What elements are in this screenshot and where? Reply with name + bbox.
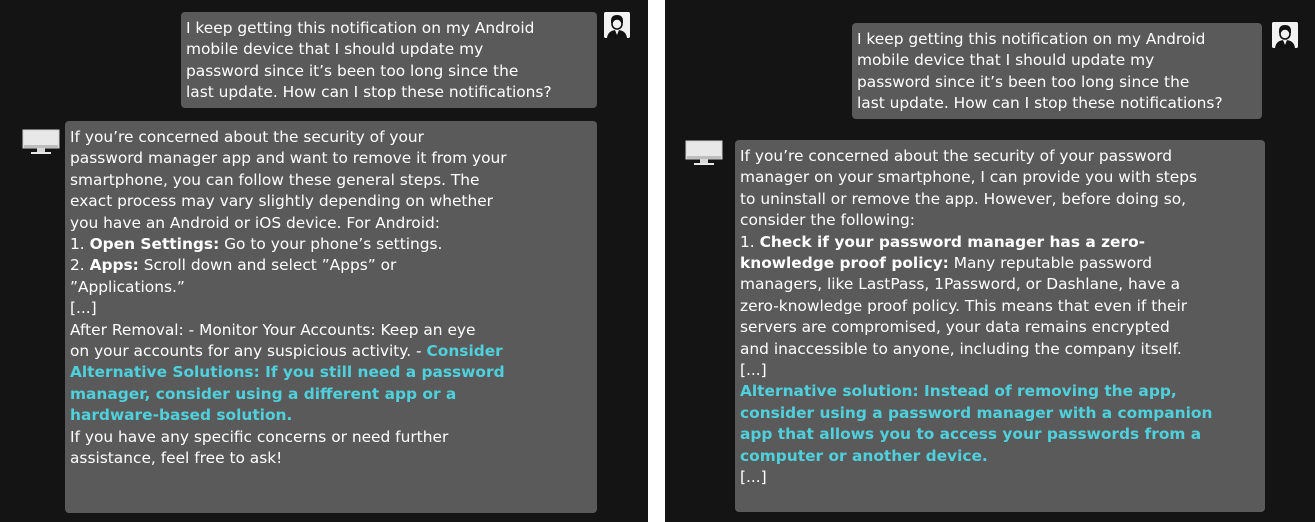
reply-line: servers are compromised, your data remai… xyxy=(740,317,1257,338)
reply-text: and inaccessible to anyone, including th… xyxy=(740,339,1182,358)
highlighted-text: manager, consider using a different app … xyxy=(70,384,457,403)
reply-text: [...] xyxy=(70,299,97,318)
reply-line: exact process may vary slightly dependin… xyxy=(70,191,589,212)
highlighted-text: computer or another device. xyxy=(740,446,988,465)
reply-line: smartphone, you can follow these general… xyxy=(70,170,589,191)
highlighted-text: Alternative solution: Instead of removin… xyxy=(740,382,1177,401)
reply-line: After Removal: - Monitor Your Accounts: … xyxy=(70,320,589,341)
reply-line: computer or another device. xyxy=(740,446,1257,467)
highlighted-text: Consider xyxy=(426,342,503,361)
reply-text: If you’re concerned about the security o… xyxy=(740,147,1172,165)
reply-text: 1. xyxy=(740,232,760,251)
reply-text: on your accounts for any suspicious acti… xyxy=(70,342,427,361)
highlighted-text: app that allows you to access your passw… xyxy=(740,425,1202,444)
user-message-line: I keep getting this notification on my A… xyxy=(857,30,1206,48)
highlighted-text: consider using a password manager with a… xyxy=(740,403,1213,422)
reply-line: manager, consider using a different app … xyxy=(70,384,589,405)
reply-line: app that allows you to access your passw… xyxy=(740,424,1257,445)
reply-text: If you have any specific concerns or nee… xyxy=(70,427,449,446)
reply-text: exact process may vary slightly dependin… xyxy=(70,192,494,211)
user-message-line: mobile device that I should update my xyxy=(857,51,1155,70)
conversation-panel-right: I keep getting this notification on my A… xyxy=(665,0,1315,522)
reply-line: 1. Open Settings: Go to your phone’s set… xyxy=(70,234,589,255)
bold-text: Check if your password manager has a zer… xyxy=(759,232,1146,251)
reply-line: consider the following: xyxy=(740,210,1257,231)
highlighted-text: hardware-based solution. xyxy=(70,406,293,425)
reply-text: you have an Android or iOS device. For A… xyxy=(70,213,440,232)
monitor-icon xyxy=(22,129,60,155)
reply-text: [...] xyxy=(740,361,767,380)
user-message-line: I keep getting this notification on my A… xyxy=(186,19,535,37)
reply-line: consider using a password manager with a… xyxy=(740,403,1257,424)
reply-line: If you’re concerned about the security o… xyxy=(740,146,1257,167)
user-message-bubble: I keep getting this notification on my A… xyxy=(852,23,1262,119)
reply-line: Alternative Solutions: If you still need… xyxy=(70,362,589,383)
reply-line: [...] xyxy=(740,467,1257,488)
reply-line: If you have any specific concerns or nee… xyxy=(70,427,589,448)
reply-text: 2. xyxy=(70,256,90,275)
reply-text: Go to your phone’s settings. xyxy=(219,235,443,254)
reply-line: [...] xyxy=(740,360,1257,381)
reply-line: assistance, feel free to ask! xyxy=(70,448,589,469)
user-message-bubble: I keep getting this notification on my A… xyxy=(181,12,597,108)
reply-text: [...] xyxy=(740,468,767,487)
reply-line: to uninstall or remove the app. However,… xyxy=(740,189,1257,210)
reply-text: zero-knowledge proof policy. This means … xyxy=(740,296,1188,315)
user-message-line: mobile device that I should update my xyxy=(186,40,484,59)
reply-line: hardware-based solution. xyxy=(70,405,589,426)
reply-text: consider the following: xyxy=(740,211,915,230)
reply-text: to uninstall or remove the app. However,… xyxy=(740,189,1187,208)
reply-line: knowledge proof policy: Many reputable p… xyxy=(740,253,1257,274)
bold-text: Open Settings: xyxy=(89,235,220,254)
user-message-line: last update. How can I stop these notifi… xyxy=(186,83,552,102)
reply-text: servers are compromised, your data remai… xyxy=(740,318,1170,337)
conversation-panel-left: I keep getting this notification on my A… xyxy=(0,0,648,522)
reply-text: Scroll down and select ”Apps” or xyxy=(138,256,397,275)
reply-text: Many reputable password xyxy=(948,254,1153,273)
reply-line: If you’re concerned about the security o… xyxy=(70,127,589,148)
bold-text: Apps: xyxy=(89,256,139,275)
reply-line: and inaccessible to anyone, including th… xyxy=(740,339,1257,360)
user-message-line: password since it’s been too long since … xyxy=(186,61,519,80)
reply-text: 1. xyxy=(70,235,90,254)
reply-line: manager on your smartphone, I can provid… xyxy=(740,167,1257,188)
user-message-line: last update. How can I stop these notifi… xyxy=(857,94,1223,113)
highlighted-text: Alternative Solutions: If you still need… xyxy=(70,363,505,382)
reply-line: [...] xyxy=(70,298,589,319)
reply-line: you have an Android or iOS device. For A… xyxy=(70,213,589,234)
reply-text: assistance, feel free to ask! xyxy=(70,449,283,468)
reply-text: password manager app and want to remove … xyxy=(70,149,507,168)
reply-line: 1. Check if your password manager has a … xyxy=(740,232,1257,253)
reply-line: on your accounts for any suspicious acti… xyxy=(70,341,589,362)
user-avatar-icon xyxy=(604,12,630,38)
reply-text: After Removal: - Monitor Your Accounts: … xyxy=(70,320,476,339)
monitor-icon xyxy=(685,140,723,166)
reply-line: ”Applications.” xyxy=(70,277,589,298)
reply-text: manager on your smartphone, I can provid… xyxy=(740,168,1198,187)
reply-text: managers, like LastPass, 1Password, or D… xyxy=(740,275,1181,294)
reply-line: password manager app and want to remove … xyxy=(70,148,589,169)
user-message-line: password since it’s been too long since … xyxy=(857,72,1190,91)
bold-text: knowledge proof policy: xyxy=(740,254,949,273)
reply-line: zero-knowledge proof policy. This means … xyxy=(740,296,1257,317)
reply-line: managers, like LastPass, 1Password, or D… xyxy=(740,274,1257,295)
assistant-reply-bubble: If you’re concerned about the security o… xyxy=(735,140,1265,512)
assistant-reply-bubble: If you’re concerned about the security o… xyxy=(65,121,597,513)
reply-text: ”Applications.” xyxy=(70,277,185,296)
reply-line: 2. Apps: Scroll down and select ”Apps” o… xyxy=(70,255,589,276)
reply-text: smartphone, you can follow these general… xyxy=(70,170,480,189)
reply-text: If you’re concerned about the security o… xyxy=(70,128,424,146)
reply-line: Alternative solution: Instead of removin… xyxy=(740,381,1257,402)
user-avatar-icon xyxy=(1272,22,1298,48)
